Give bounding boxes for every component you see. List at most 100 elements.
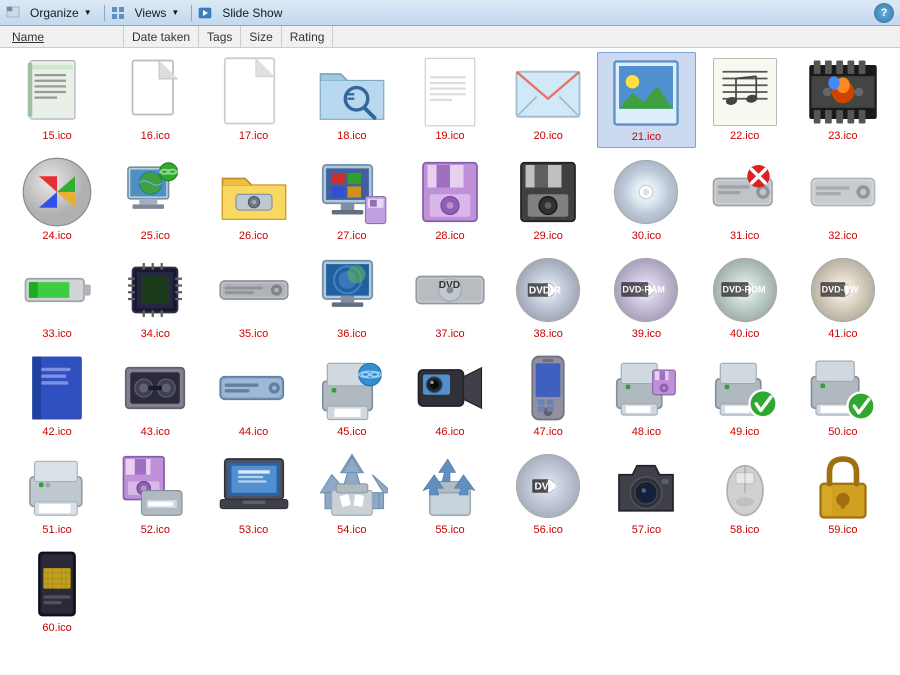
views-icon [111, 6, 125, 20]
file-name: 38.ico [534, 328, 563, 340]
file-item[interactable]: 58.ico [696, 446, 794, 540]
file-item[interactable]: 33.ico [8, 250, 106, 344]
file-item[interactable]: 17.ico [204, 52, 302, 148]
column-headers: Name Date taken Tags Size Rating [0, 26, 900, 48]
file-item[interactable]: 57.ico [597, 446, 695, 540]
file-item[interactable]: 25.ico [106, 152, 204, 246]
file-item[interactable]: 18.ico [303, 52, 401, 148]
file-icon-cd_silver [610, 156, 682, 228]
file-name: 53.ico [239, 524, 268, 536]
file-item[interactable]: 26.ico [204, 152, 302, 246]
file-item[interactable]: DVD-ROM 40.ico [696, 250, 794, 344]
views-label: Views [135, 6, 167, 20]
file-item[interactable]: 15.ico [8, 52, 106, 148]
file-item[interactable]: 52.ico [106, 446, 204, 540]
col-size[interactable]: Size [241, 26, 281, 47]
slideshow-label: Slide Show [222, 6, 282, 20]
file-item[interactable]: 50.ico [794, 348, 892, 442]
file-item[interactable]: 30.ico [597, 152, 695, 246]
file-icon-dvd_disc: DVD [512, 450, 584, 522]
file-icon-printer_check2 [807, 352, 879, 424]
file-item[interactable]: 19.ico [401, 52, 499, 148]
file-item[interactable]: DVD-R 38.ico [499, 250, 597, 344]
file-item[interactable]: 21.ico [597, 52, 695, 148]
file-item[interactable]: 29.ico [499, 152, 597, 246]
file-item[interactable]: 42.ico [8, 348, 106, 442]
file-item[interactable]: 34.ico [106, 250, 204, 344]
file-item[interactable]: 20.ico [499, 52, 597, 148]
file-item[interactable]: 44.ico [204, 348, 302, 442]
file-icon-tape [119, 352, 191, 424]
file-name: 52.ico [141, 524, 170, 536]
file-name: 50.ico [828, 426, 857, 438]
file-item[interactable]: 48.ico [597, 348, 695, 442]
file-item[interactable]: 47.ico [499, 348, 597, 442]
file-item[interactable]: 27.ico [303, 152, 401, 246]
file-icon-floppy_printer [119, 450, 191, 522]
svg-text:DVD: DVD [535, 481, 556, 492]
file-item[interactable]: DVD-RW 41.ico [794, 250, 892, 344]
file-item[interactable]: 59.ico [794, 446, 892, 540]
file-item[interactable]: 36.ico [303, 250, 401, 344]
file-name: 18.ico [337, 130, 366, 142]
file-item[interactable]: DVD 37.ico [401, 250, 499, 344]
file-icon-printer_plain [21, 450, 93, 522]
col-date-taken[interactable]: Date taken [124, 26, 199, 47]
file-item[interactable]: 31.ico [696, 152, 794, 246]
file-item[interactable]: 54.ico [303, 446, 401, 540]
file-icon-computer_win [316, 156, 388, 228]
file-icon-camcorder [414, 352, 486, 424]
col-tags[interactable]: Tags [199, 26, 241, 47]
file-icon-dvd_ram: DVD-RAM [610, 254, 682, 326]
file-icon-printer_globe [316, 352, 388, 424]
file-icon-dvd_r: DVD-R [512, 254, 584, 326]
svg-text:DVD-RW: DVD-RW [822, 284, 859, 294]
file-icon-folder_drive [218, 156, 290, 228]
file-name: 17.ico [239, 130, 268, 142]
file-icon-chip [119, 254, 191, 326]
file-name: 32.ico [828, 230, 857, 242]
file-name: 16.ico [141, 130, 170, 142]
col-name[interactable]: Name [4, 26, 124, 47]
file-item[interactable]: 28.ico [401, 152, 499, 246]
file-item[interactable]: DVD 56.ico [499, 446, 597, 540]
file-item[interactable]: 45.ico [303, 348, 401, 442]
organize-icon [6, 6, 20, 20]
file-item[interactable]: 22.ico [696, 52, 794, 148]
toolbar-separator-2 [191, 5, 192, 21]
file-grid[interactable]: 15.ico 16.ico 17.ico 18.ico 19.ico 20.ico [0, 48, 900, 675]
file-item[interactable]: 49.ico [696, 348, 794, 442]
file-name: 19.ico [435, 130, 464, 142]
file-name: 40.ico [730, 328, 759, 340]
file-item[interactable]: 51.ico [8, 446, 106, 540]
file-item[interactable]: 32.ico [794, 152, 892, 246]
file-item[interactable]: 53.ico [204, 446, 302, 540]
organize-button[interactable]: Organize ▼ [24, 3, 98, 23]
file-icon-folder_search [316, 56, 388, 128]
file-name: 30.ico [632, 230, 661, 242]
file-name: 25.ico [141, 230, 170, 242]
file-item[interactable]: 60.ico [8, 544, 106, 638]
file-icon-book_blue [21, 352, 93, 424]
file-icon-notepad [21, 56, 93, 128]
file-item[interactable]: DVD-RAM 39.ico [597, 250, 695, 344]
file-item[interactable]: 16.ico [106, 52, 204, 148]
file-item[interactable]: 46.ico [401, 348, 499, 442]
file-icon-film [807, 56, 879, 128]
col-rating[interactable]: Rating [282, 26, 334, 47]
file-name: 54.ico [337, 524, 366, 536]
slideshow-button[interactable]: Slide Show [216, 3, 288, 23]
file-item[interactable]: 24.ico [8, 152, 106, 246]
file-name: 51.ico [42, 524, 71, 536]
file-item[interactable]: 55.ico [401, 446, 499, 540]
file-item[interactable]: 35.ico [204, 250, 302, 344]
file-name: 37.ico [435, 328, 464, 340]
file-icon-music [709, 56, 781, 128]
file-icon-dvd_rw: DVD-RW [807, 254, 879, 326]
file-item[interactable]: 43.ico [106, 348, 204, 442]
views-button[interactable]: Views ▼ [129, 3, 186, 23]
file-item[interactable]: 23.ico [794, 52, 892, 148]
file-icon-floppy_purple [414, 156, 486, 228]
help-button[interactable]: ? [874, 3, 894, 23]
file-icon-document_blank [414, 56, 486, 128]
